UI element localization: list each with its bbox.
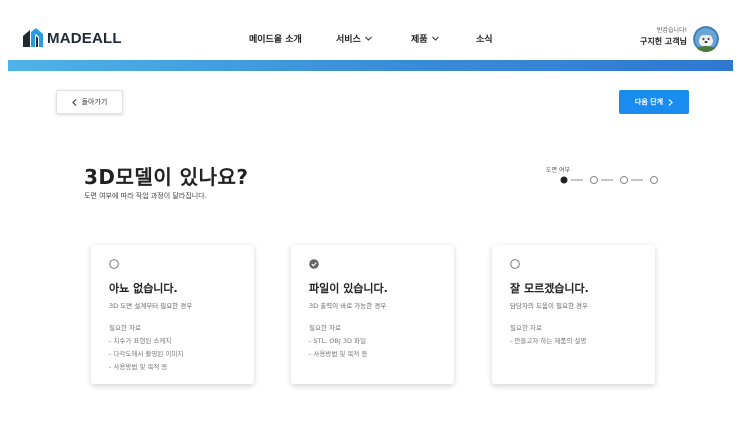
chevron-down-icon (364, 36, 372, 41)
logo-text: MADEALL (47, 29, 122, 47)
stepper-label: 도면 여부 (546, 167, 570, 174)
required-item: - 사용방법 및 목적 등 (309, 350, 368, 358)
progress-stepper (560, 176, 658, 184)
page-title: 3D모델이 있나요? (84, 165, 249, 189)
back-button[interactable]: 돌아가기 (56, 90, 123, 114)
required-materials-label: 필요한 자료 (309, 324, 341, 332)
option-title: 파일이 있습니다. (309, 282, 388, 295)
logo-mark-icon (23, 28, 43, 47)
step-dot-active (560, 176, 568, 184)
nav-item-products[interactable]: 제품 (411, 32, 439, 45)
option-card-not-sure[interactable]: 잘 모르겠습니다. 담당자의 도움이 필요한 경우 필요한 자료 - 만들고자 … (492, 245, 655, 384)
radio-checked-icon[interactable] (309, 259, 319, 269)
user-info[interactable]: 반갑습니다! 구지헌 고객님 (640, 25, 687, 47)
option-card-has-file[interactable]: 파일이 있습니다. 3D 출력이 바로 가능한 경우 필요한 자료 - STL,… (291, 245, 454, 384)
avatar[interactable] (693, 26, 719, 52)
user-name: 구지헌 고객님 (640, 37, 687, 46)
step-dot (620, 176, 628, 184)
nav-item-label: 서비스 (336, 35, 361, 45)
site-header: MADEALL 메이드올 소개 서비스 제품 소식 반갑습니다! 구지헌 고객님 (0, 0, 745, 60)
chevron-down-icon (431, 36, 439, 41)
option-description: 담당자의 도움이 필요한 경우 (510, 302, 588, 310)
chevron-right-icon (668, 98, 673, 106)
radio-unchecked-icon[interactable] (109, 259, 119, 269)
required-item: - 사용방법 및 목적 등 (109, 363, 168, 371)
option-title: 아뇨 없습니다. (109, 282, 178, 295)
option-description: 3D 출력이 바로 가능한 경우 (309, 302, 387, 310)
radio-unchecked-icon[interactable] (510, 259, 520, 269)
step-dot (650, 176, 658, 184)
option-description: 3D 도면 설계부터 필요한 경우 (109, 302, 193, 310)
nav-item-label: 제품 (411, 35, 428, 45)
option-card-no-file[interactable]: 아뇨 없습니다. 3D 도면 설계부터 필요한 경우 필요한 자료 - 치수가 … (91, 245, 254, 384)
required-item: - STL, OBJ 3D 파일 (309, 337, 366, 345)
header-accent-bar (8, 60, 733, 71)
option-title: 잘 모르겠습니다. (510, 282, 589, 295)
required-materials-label: 필요한 자료 (510, 324, 542, 332)
next-button-label: 다음 단계 (634, 98, 664, 106)
required-item: - 치수가 표현된 스케치 (109, 337, 172, 345)
nav-item-label: 메이드올 소개 (249, 35, 302, 45)
nav-item-services[interactable]: 서비스 (336, 32, 372, 45)
back-button-label: 돌아가기 (81, 98, 108, 106)
required-item: - 만들고자 하는 제품의 설명 (510, 337, 587, 345)
required-materials-label: 필요한 자료 (109, 324, 141, 332)
nav-item-label: 소식 (476, 35, 493, 45)
chevron-left-icon (71, 98, 76, 106)
user-greeting: 반갑습니다! (656, 27, 687, 34)
required-item: - 다각도에서 촬영된 이미지 (109, 350, 184, 358)
nav-item-about[interactable]: 메이드올 소개 (249, 32, 302, 45)
page-subtitle: 도면 여부에 따라 작업 과정이 달라집니다. (84, 192, 207, 200)
step-dot (590, 176, 598, 184)
logo[interactable]: MADEALL (22, 28, 122, 48)
next-step-button[interactable]: 다음 단계 (619, 90, 689, 114)
nav-item-news[interactable]: 소식 (476, 32, 493, 45)
